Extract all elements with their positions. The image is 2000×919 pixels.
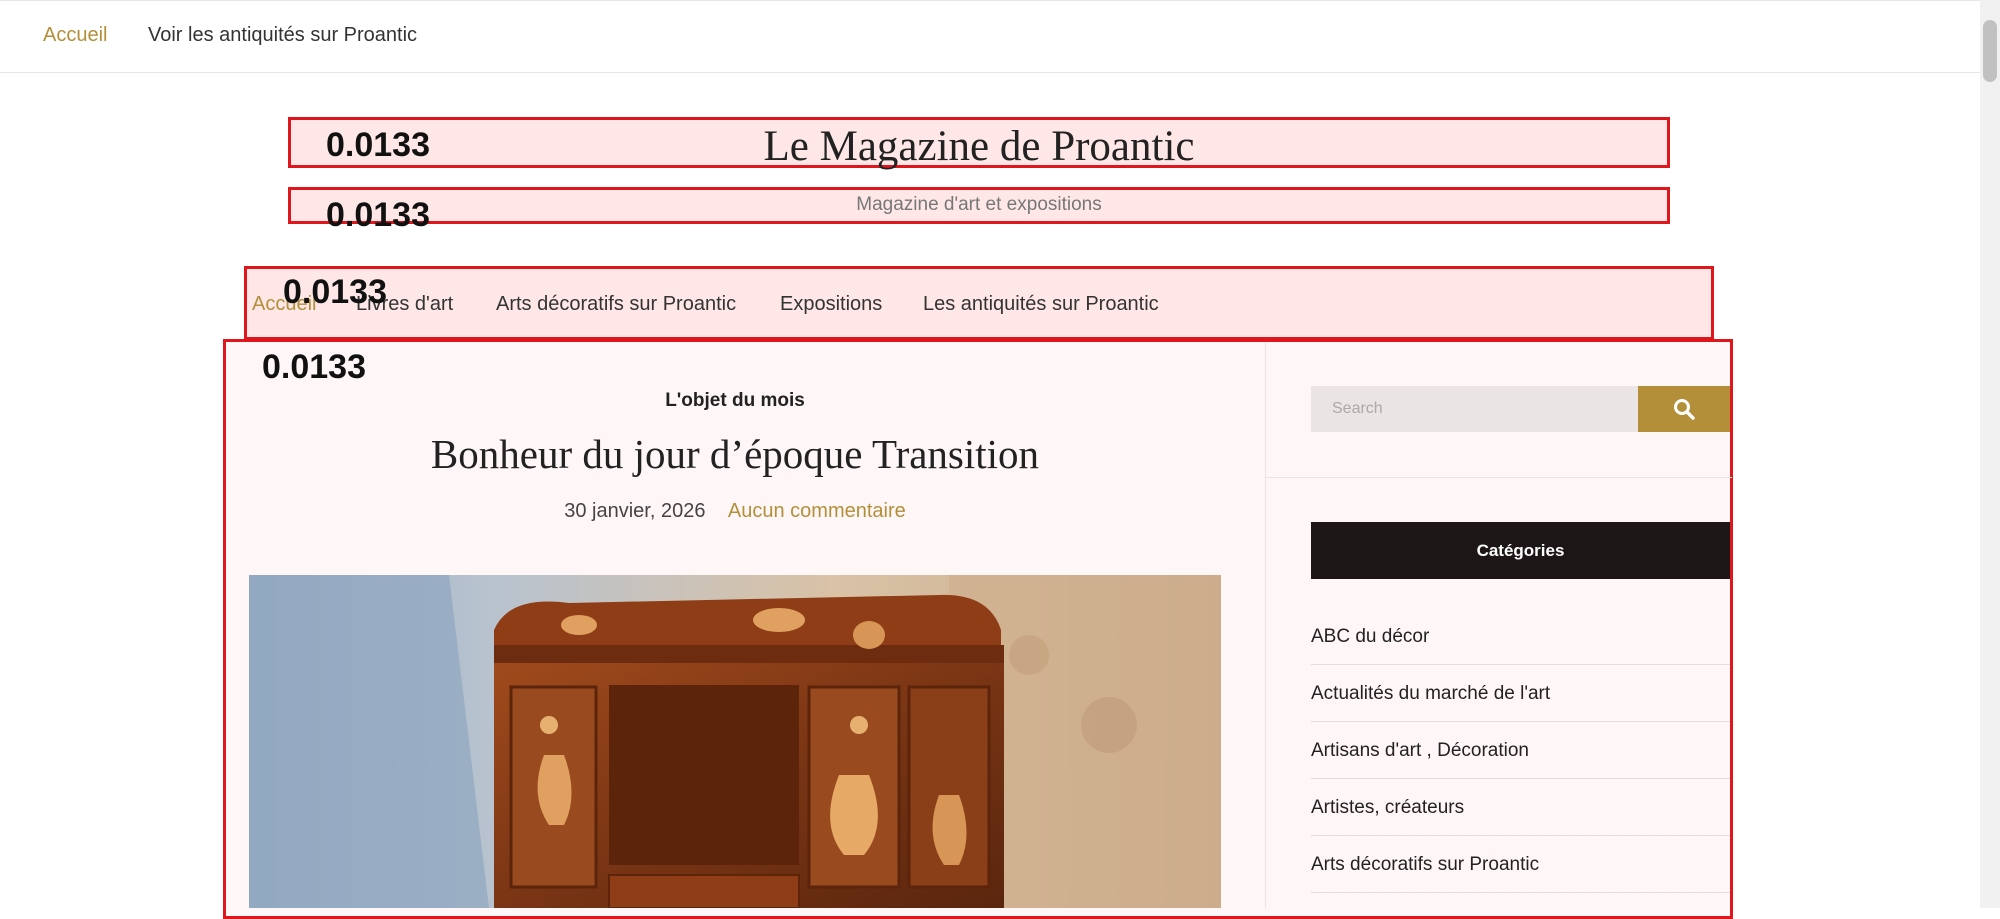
content-sidebar-divider xyxy=(1265,342,1266,908)
cabinet-illustration xyxy=(249,575,1221,908)
nav-score-label: 0.0133 xyxy=(283,273,387,311)
search-icon xyxy=(1674,399,1695,420)
category-item[interactable]: Arts décoratifs sur Proantic xyxy=(1311,836,1730,893)
nav-item-decorative-arts[interactable]: Arts décoratifs sur Proantic xyxy=(496,293,736,316)
category-item[interactable]: Actualités du marché de l'art xyxy=(1311,665,1730,722)
title-score-label: 0.0133 xyxy=(326,126,430,164)
content-score-label: 0.0133 xyxy=(262,348,366,386)
category-item[interactable]: Artisans d'art , Décoration xyxy=(1311,722,1730,779)
top-nav-home-link[interactable]: Accueil xyxy=(43,24,107,47)
post-comments-link[interactable]: Aucun commentaire xyxy=(728,500,906,522)
top-bar: Accueil Voir les antiquités sur Proantic xyxy=(0,0,1980,73)
nav-item-exhibitions[interactable]: Expositions xyxy=(780,293,882,316)
category-item[interactable]: Artistes, créateurs xyxy=(1311,779,1730,836)
nav-item-antiques[interactable]: Les antiquités sur Proantic xyxy=(923,293,1159,316)
page-scrollbar[interactable] xyxy=(1980,0,2000,908)
tagline-score-label: 0.0133 xyxy=(326,196,430,234)
post-date[interactable]: 30 janvier, 2026 xyxy=(564,500,705,522)
site-tagline: Magazine d'art et expositions xyxy=(856,194,1102,215)
site-tagline-region: Magazine d'art et expositions 0.0133 xyxy=(288,187,1670,232)
search-input[interactable] xyxy=(1311,386,1638,432)
categories-header: Catégories xyxy=(1311,522,1730,579)
post-meta: 30 janvier, 2026 Aucun commentaire xyxy=(240,500,1230,523)
post-category[interactable]: L'objet du mois xyxy=(240,390,1230,412)
search-box xyxy=(1311,386,1638,432)
main-nav: Accueil Livres d'art Arts décoratifs sur… xyxy=(244,266,1714,340)
category-item[interactable]: ABC du décor xyxy=(1311,608,1730,665)
post-title[interactable]: Bonheur du jour d’époque Transition xyxy=(240,430,1230,478)
antique-cabinet-photo[interactable] xyxy=(249,575,1221,908)
site-title[interactable]: Le Magazine de Proantic xyxy=(291,122,1667,171)
sidebar-divider xyxy=(1266,477,1732,478)
search-button[interactable] xyxy=(1638,386,1730,432)
top-nav-antiques-link[interactable]: Voir les antiquités sur Proantic xyxy=(148,24,417,47)
site-title-region: Le Magazine de Proantic 0.0133 xyxy=(288,117,1670,171)
scrollbar-thumb[interactable] xyxy=(1983,20,1997,82)
